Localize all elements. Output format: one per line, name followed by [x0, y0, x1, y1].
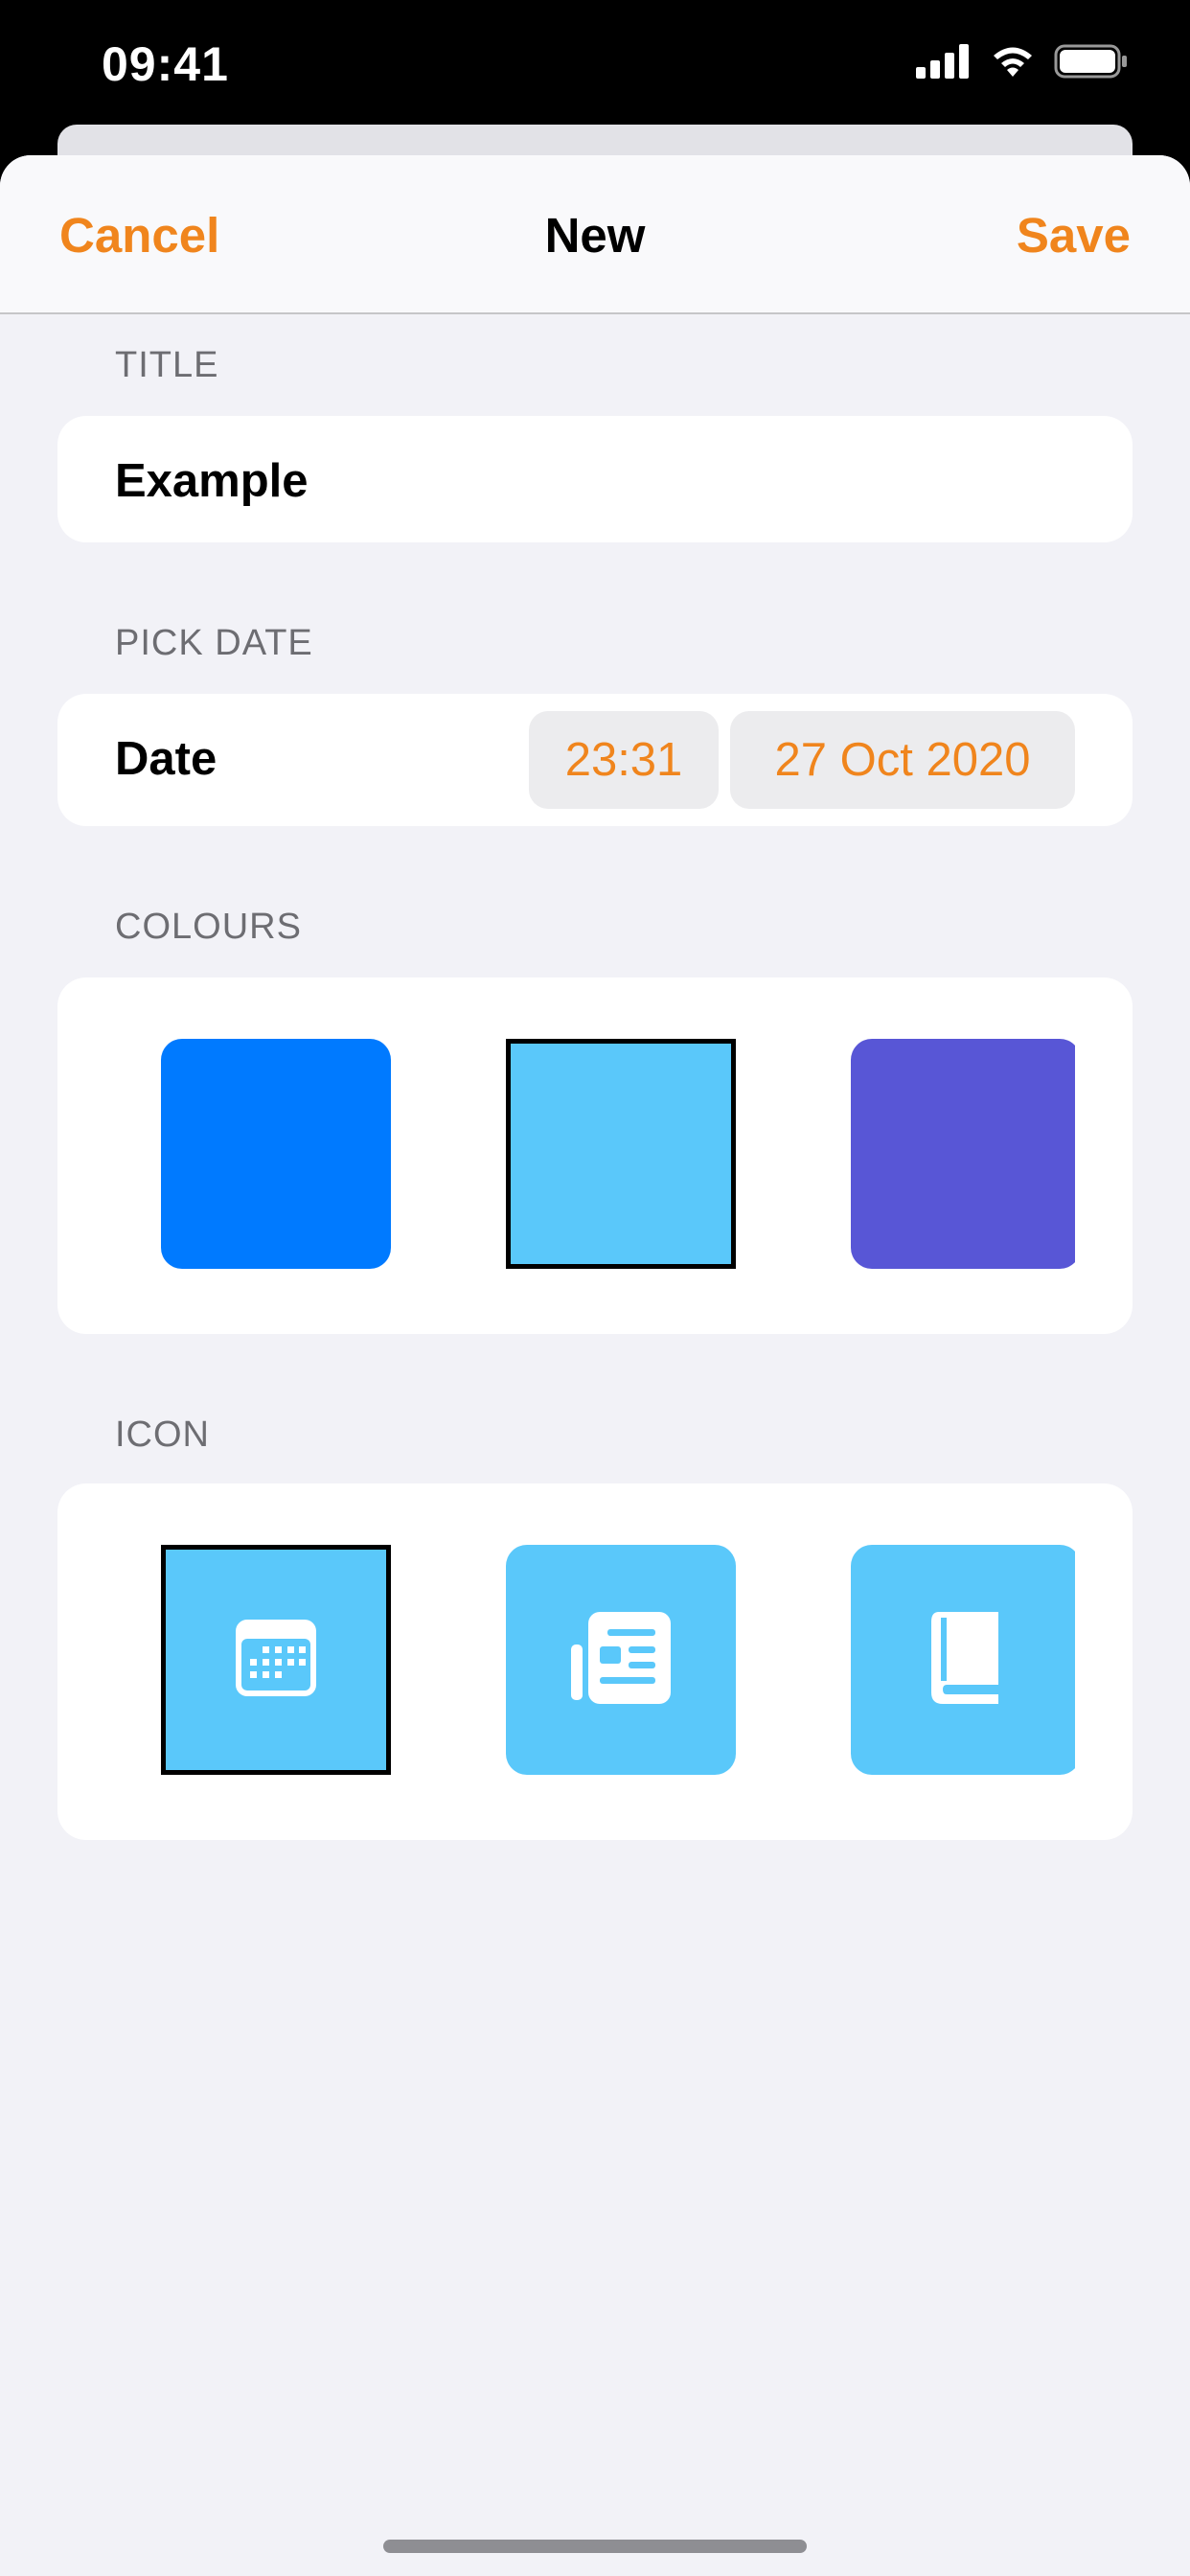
- title-section-header: TITLE: [115, 345, 219, 385]
- icons-scroller[interactable]: [115, 1484, 1075, 1840]
- nav-title: New: [544, 208, 646, 263]
- title-value[interactable]: Example: [115, 454, 309, 508]
- wifi-icon: [989, 44, 1037, 83]
- time-picker-button[interactable]: 23:31: [529, 711, 719, 809]
- save-button[interactable]: Save: [1017, 207, 1131, 264]
- icon-section-header: ICON: [115, 1414, 210, 1455]
- newspaper-icon: [571, 1611, 671, 1709]
- icon-option-book[interactable]: [851, 1545, 1075, 1775]
- colour-swatch-indigo[interactable]: [851, 1039, 1075, 1269]
- colours-card: [57, 978, 1133, 1334]
- status-icons: [916, 42, 1129, 84]
- date-picker-button[interactable]: 27 Oct 2020: [730, 711, 1075, 809]
- icon-option-newspaper[interactable]: [506, 1545, 736, 1775]
- navigation-bar: Cancel New Save: [0, 155, 1190, 314]
- battery-icon: [1054, 44, 1129, 83]
- colours-section-header: COLOURS: [115, 907, 302, 947]
- date-section-header: PICK DATE: [115, 623, 313, 663]
- colours-scroller[interactable]: [115, 978, 1075, 1334]
- signal-icon: [916, 43, 972, 83]
- status-time: 09:41: [102, 37, 229, 91]
- icon-option-calendar[interactable]: [161, 1545, 391, 1775]
- icons-card: [57, 1484, 1133, 1840]
- new-item-sheet: Cancel New Save TITLE Example PICK DATE …: [0, 155, 1190, 2576]
- status-bar: 09:41: [0, 0, 1190, 126]
- colour-swatch-light-blue[interactable]: [506, 1039, 736, 1269]
- calendar-icon: [234, 1618, 318, 1703]
- date-row: Date 23:31 27 Oct 2020: [57, 694, 1133, 826]
- home-indicator[interactable]: [383, 2540, 807, 2553]
- book-icon: [929, 1611, 1002, 1709]
- title-field[interactable]: Example: [57, 416, 1133, 542]
- colour-swatch-blue[interactable]: [161, 1039, 391, 1269]
- date-label: Date: [115, 733, 217, 785]
